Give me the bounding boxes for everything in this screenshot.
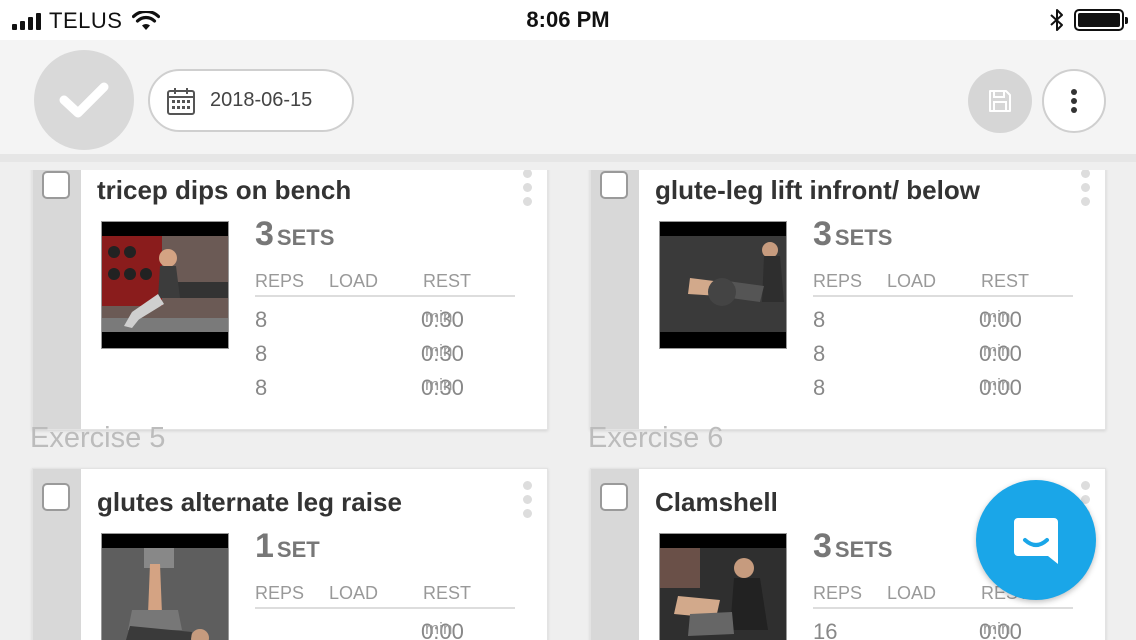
more-options-button[interactable] xyxy=(1042,69,1106,133)
exercise-title[interactable]: glutes alternate leg raise xyxy=(97,487,402,518)
date-picker-button[interactable]: 2018-06-15 xyxy=(148,69,354,132)
sets-column-headers: REPS LOAD REST xyxy=(255,271,515,297)
complete-workout-button[interactable] xyxy=(34,50,134,150)
exercise-list: tricep dips on bench 3 SETS REPS LOAD RE… xyxy=(0,170,1136,640)
sets-column-headers: REPS LOAD REST xyxy=(255,583,515,609)
sets-summary: 3 SETS xyxy=(255,215,334,254)
exercise-video-image xyxy=(102,534,228,640)
rest-unit: min xyxy=(425,619,453,638)
rest-unit: min xyxy=(983,375,1011,394)
sets-unit: SETS xyxy=(834,537,893,562)
exercise-checkbox[interactable] xyxy=(600,483,628,511)
chat-icon xyxy=(1014,518,1058,564)
selected-date: 2018-06-15 xyxy=(210,89,313,111)
rest-unit: min xyxy=(983,341,1011,360)
exercise-card[interactable]: tricep dips on bench 3 SETS REPS LOAD RE… xyxy=(32,170,548,430)
sets-summary: 1 SET xyxy=(255,527,320,566)
set-row[interactable]: 8 0:30 min xyxy=(255,341,515,375)
rest-unit: min xyxy=(425,307,453,326)
exercise-section-label: Exercise 6 xyxy=(588,422,724,454)
set-reps: 16 xyxy=(813,619,838,640)
workout-toolbar: 2018-06-15 xyxy=(0,40,1136,162)
exercise-thumbnail[interactable] xyxy=(659,533,787,640)
set-row[interactable]: 8 0:00 min xyxy=(813,341,1073,375)
rest-header: REST xyxy=(981,271,1030,291)
sets-count: 3 xyxy=(255,215,274,253)
set-reps: 8 xyxy=(255,341,268,366)
reps-header: REPS xyxy=(255,583,305,603)
checkmark-icon xyxy=(59,82,109,118)
exercise-video-image xyxy=(660,222,786,348)
exercise-title[interactable]: tricep dips on bench xyxy=(97,175,351,206)
sets-unit: SETS xyxy=(834,225,893,250)
sets-unit: SET xyxy=(276,537,320,562)
set-row[interactable]: 8 0:00 min xyxy=(813,307,1073,341)
set-row[interactable]: 0:00 min xyxy=(255,619,515,640)
exercise-thumbnail[interactable] xyxy=(659,221,787,349)
load-header: LOAD xyxy=(329,271,379,291)
more-vertical-icon xyxy=(1071,89,1077,113)
exercise-checkbox[interactable] xyxy=(42,483,70,511)
sets-unit: SETS xyxy=(276,225,335,250)
rest-unit: min xyxy=(983,619,1011,638)
calendar-icon xyxy=(167,87,195,115)
rest-unit: min xyxy=(425,341,453,360)
load-header: LOAD xyxy=(329,583,379,603)
exercise-video-image xyxy=(660,534,786,640)
status-bar: TELUS 8:06 PM xyxy=(0,0,1136,40)
rest-unit: min xyxy=(983,307,1011,326)
exercise-video-image xyxy=(102,222,228,348)
set-row[interactable]: 8 0:00 min xyxy=(813,375,1073,409)
battery-icon xyxy=(1074,9,1128,31)
bluetooth-icon xyxy=(1050,9,1063,31)
exercise-thumbnail[interactable] xyxy=(101,221,229,349)
save-icon xyxy=(989,90,1011,112)
set-row[interactable]: 8 0:30 min xyxy=(255,375,515,409)
set-reps: 8 xyxy=(813,375,826,400)
set-reps: 8 xyxy=(255,307,268,332)
set-row[interactable]: 16 0:00 min xyxy=(813,619,1073,640)
sets-count: 3 xyxy=(813,527,832,565)
card-menu-icon[interactable] xyxy=(521,170,533,206)
reps-header: REPS xyxy=(813,271,863,291)
exercise-section-label: Exercise 5 xyxy=(30,422,166,454)
sets-summary: 3 SETS xyxy=(813,215,892,254)
exercise-card[interactable]: glute-leg lift infront/ below 3 SETS REPS… xyxy=(590,170,1106,430)
exercise-title[interactable]: glute-leg lift infront/ below xyxy=(655,175,980,206)
rest-header: REST xyxy=(423,583,472,603)
set-reps: 8 xyxy=(813,341,826,366)
card-menu-icon[interactable] xyxy=(521,481,533,518)
exercise-title[interactable]: Clamshell xyxy=(655,487,778,518)
card-handle[interactable] xyxy=(33,170,81,429)
sets-count: 1 xyxy=(255,527,274,565)
card-menu-icon[interactable] xyxy=(1079,170,1091,206)
set-reps: 8 xyxy=(813,307,826,332)
reps-header: REPS xyxy=(255,271,305,291)
reps-header: REPS xyxy=(813,583,863,603)
set-row[interactable]: 8 0:30 min xyxy=(255,307,515,341)
sets-count: 3 xyxy=(813,215,832,253)
exercise-card[interactable]: glutes alternate leg raise 1 SET REPS LOA… xyxy=(32,468,548,640)
sets-summary: 3 SETS xyxy=(813,527,892,566)
exercise-checkbox[interactable] xyxy=(600,171,628,199)
rest-unit: min xyxy=(425,375,453,394)
sets-column-headers: REPS LOAD REST xyxy=(813,271,1073,297)
card-handle[interactable] xyxy=(591,170,639,429)
exercise-checkbox[interactable] xyxy=(42,171,70,199)
rest-header: REST xyxy=(423,271,472,291)
load-header: LOAD xyxy=(887,583,937,603)
load-header: LOAD xyxy=(887,271,937,291)
save-button[interactable] xyxy=(968,69,1032,133)
set-reps: 8 xyxy=(255,375,268,400)
status-time: 8:06 PM xyxy=(526,7,610,32)
status-right xyxy=(1050,8,1128,32)
chat-button[interactable] xyxy=(976,480,1096,600)
exercise-thumbnail[interactable] xyxy=(101,533,229,640)
